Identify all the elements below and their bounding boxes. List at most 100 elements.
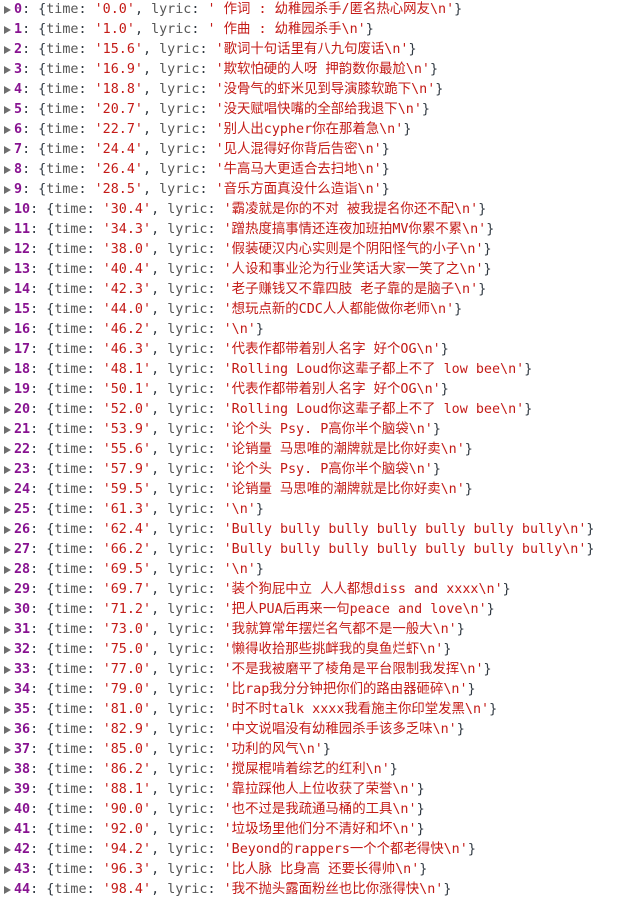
- expand-triangle-icon[interactable]: [4, 366, 11, 374]
- object-row[interactable]: 43: {time: '96.3', lyric: '比人脉 比身高 还要长得帅…: [0, 860, 637, 880]
- expand-triangle-icon[interactable]: [4, 766, 11, 774]
- object-row[interactable]: 24: {time: '59.5', lyric: '论销量 马思唯的潮牌就是比…: [0, 480, 637, 500]
- object-row[interactable]: 17: {time: '46.3', lyric: '代表作都带着别人名字 好个…: [0, 340, 637, 360]
- row-index: 39: [14, 782, 31, 797]
- expand-triangle-icon[interactable]: [4, 746, 11, 754]
- expand-triangle-icon[interactable]: [4, 66, 11, 74]
- expand-triangle-icon[interactable]: [4, 106, 11, 114]
- object-row[interactable]: 21: {time: '53.9', lyric: '论个头 Psy. P高你半…: [0, 420, 637, 440]
- expand-triangle-icon[interactable]: [4, 46, 11, 54]
- expand-triangle-icon[interactable]: [4, 206, 11, 214]
- time-value: '96.3': [102, 862, 152, 877]
- object-row[interactable]: 26: {time: '62.4', lyric: 'Bully bully b…: [0, 520, 637, 540]
- expand-triangle-icon[interactable]: [4, 606, 11, 614]
- expand-triangle-icon[interactable]: [4, 286, 11, 294]
- expand-triangle-icon[interactable]: [4, 346, 11, 354]
- object-row[interactable]: 20: {time: '52.0', lyric: 'Rolling Loud你…: [0, 400, 637, 420]
- expand-triangle-icon[interactable]: [4, 146, 11, 154]
- object-row[interactable]: 33: {time: '77.0', lyric: '不是我被磨平了棱角是平台限…: [0, 660, 637, 680]
- object-list: 0: {time: '0.0', lyric: ' 作词 : 幼稚园杀手/匿名热…: [0, 0, 637, 900]
- time-value: '0.0': [94, 2, 135, 17]
- object-row[interactable]: 15: {time: '44.0', lyric: '想玩点新的CDC人人都能做…: [0, 300, 637, 320]
- object-row[interactable]: 44: {time: '98.4', lyric: '我不抛头露面粉丝也比你涨得…: [0, 880, 637, 900]
- object-row[interactable]: 28: {time: '69.5', lyric: '\n'}: [0, 560, 637, 580]
- expand-triangle-icon[interactable]: [4, 166, 11, 174]
- expand-triangle-icon[interactable]: [4, 806, 11, 814]
- object-row[interactable]: 36: {time: '82.9', lyric: '中文说唱没有幼稚园杀手该多…: [0, 720, 637, 740]
- time-value: '77.0': [102, 662, 152, 677]
- expand-triangle-icon[interactable]: [4, 726, 11, 734]
- expand-triangle-icon[interactable]: [4, 686, 11, 694]
- expand-triangle-icon[interactable]: [4, 426, 11, 434]
- lyric-key: lyric: [167, 842, 208, 857]
- object-row[interactable]: 32: {time: '75.0', lyric: '懒得收拾那些挑衅我的臭鱼烂…: [0, 640, 637, 660]
- object-row[interactable]: 34: {time: '79.0', lyric: '比rap我分分钟把你们的路…: [0, 680, 637, 700]
- expand-triangle-icon[interactable]: [4, 866, 11, 874]
- object-row[interactable]: 4: {time: '18.8', lyric: '没骨气的虾米见到导演膝软跪下…: [0, 80, 637, 100]
- expand-triangle-icon[interactable]: [4, 326, 11, 334]
- object-row[interactable]: 29: {time: '69.7', lyric: '装个狗屁中立 人人都想di…: [0, 580, 637, 600]
- expand-triangle-icon[interactable]: [4, 226, 11, 234]
- expand-triangle-icon[interactable]: [4, 826, 11, 834]
- expand-triangle-icon[interactable]: [4, 186, 11, 194]
- object-row[interactable]: 42: {time: '94.2', lyric: 'Beyond的rapper…: [0, 840, 637, 860]
- time-value: '62.4': [102, 522, 152, 537]
- expand-triangle-icon[interactable]: [4, 646, 11, 654]
- expand-triangle-icon[interactable]: [4, 246, 11, 254]
- object-row[interactable]: 22: {time: '55.6', lyric: '论销量 马思唯的潮牌就是比…: [0, 440, 637, 460]
- object-row[interactable]: 35: {time: '81.0', lyric: '时不时talk xxxx我…: [0, 700, 637, 720]
- expand-triangle-icon[interactable]: [4, 566, 11, 574]
- expand-triangle-icon[interactable]: [4, 86, 11, 94]
- expand-triangle-icon[interactable]: [4, 626, 11, 634]
- object-row[interactable]: 13: {time: '40.4', lyric: '人设和事业沦为行业笑话大家…: [0, 260, 637, 280]
- object-row[interactable]: 19: {time: '50.1', lyric: '代表作都带着别人名字 好个…: [0, 380, 637, 400]
- expand-triangle-icon[interactable]: [4, 506, 11, 514]
- object-row[interactable]: 40: {time: '90.0', lyric: '也不过是我疏通马桶的工具\…: [0, 800, 637, 820]
- expand-triangle-icon[interactable]: [4, 886, 11, 894]
- object-row[interactable]: 41: {time: '92.0', lyric: '垃圾场里他们分不清好和坏\…: [0, 820, 637, 840]
- object-row[interactable]: 9: {time: '28.5', lyric: '音乐方面真没什么造诣\n'}: [0, 180, 637, 200]
- expand-triangle-icon[interactable]: [4, 546, 11, 554]
- object-row[interactable]: 5: {time: '20.7', lyric: '没天赋唱快嘴的全部给我退下\…: [0, 100, 637, 120]
- object-row[interactable]: 38: {time: '86.2', lyric: '搅屎棍啃着综艺的红利\n'…: [0, 760, 637, 780]
- expand-triangle-icon[interactable]: [4, 126, 11, 134]
- object-row[interactable]: 11: {time: '34.3', lyric: '蹭热度搞事情还连夜加班拍M…: [0, 220, 637, 240]
- expand-triangle-icon[interactable]: [4, 466, 11, 474]
- object-row[interactable]: 39: {time: '88.1', lyric: '靠拉踩他人上位收获了荣誉\…: [0, 780, 637, 800]
- expand-triangle-icon[interactable]: [4, 486, 11, 494]
- object-row[interactable]: 25: {time: '61.3', lyric: '\n'}: [0, 500, 637, 520]
- object-row[interactable]: 27: {time: '66.2', lyric: 'Bully bully b…: [0, 540, 637, 560]
- object-row[interactable]: 6: {time: '22.7', lyric: '别人出cypher你在那着急…: [0, 120, 637, 140]
- expand-triangle-icon[interactable]: [4, 706, 11, 714]
- expand-triangle-icon[interactable]: [4, 446, 11, 454]
- expand-triangle-icon[interactable]: [4, 406, 11, 414]
- object-row[interactable]: 23: {time: '57.9', lyric: '论个头 Psy. P高你半…: [0, 460, 637, 480]
- expand-triangle-icon[interactable]: [4, 666, 11, 674]
- object-row[interactable]: 10: {time: '30.4', lyric: '霸凌就是你的不对 被我提名…: [0, 200, 637, 220]
- expand-triangle-icon[interactable]: [4, 6, 11, 14]
- object-row[interactable]: 7: {time: '24.4', lyric: '见人混得好你背后告密\n'}: [0, 140, 637, 160]
- expand-triangle-icon[interactable]: [4, 306, 11, 314]
- row-index: 1: [14, 22, 23, 37]
- expand-triangle-icon[interactable]: [4, 26, 11, 34]
- object-row[interactable]: 18: {time: '48.1', lyric: 'Rolling Loud你…: [0, 360, 637, 380]
- object-row[interactable]: 30: {time: '71.2', lyric: '把人PUA后再来一句pea…: [0, 600, 637, 620]
- expand-triangle-icon[interactable]: [4, 386, 11, 394]
- object-row[interactable]: 14: {time: '42.3', lyric: '老子赚钱又不靠四肢 老子靠…: [0, 280, 637, 300]
- object-row[interactable]: 3: {time: '16.9', lyric: '欺软怕硬的人呀 押韵数你最尬…: [0, 60, 637, 80]
- time-value: '20.7': [94, 102, 143, 117]
- object-row[interactable]: 16: {time: '46.2', lyric: '\n'}: [0, 320, 637, 340]
- object-row[interactable]: 37: {time: '85.0', lyric: '功利的风气\n'}: [0, 740, 637, 760]
- object-row[interactable]: 0: {time: '0.0', lyric: ' 作词 : 幼稚园杀手/匿名热…: [0, 0, 637, 20]
- expand-triangle-icon[interactable]: [4, 846, 11, 854]
- object-row[interactable]: 8: {time: '26.4', lyric: '牛高马大更适合去扫地\n'}: [0, 160, 637, 180]
- object-row[interactable]: 1: {time: '1.0', lyric: ' 作曲 : 幼稚园杀手\n'}: [0, 20, 637, 40]
- object-row[interactable]: 2: {time: '15.6', lyric: '歌词十句话里有八九句废话\n…: [0, 40, 637, 60]
- expand-triangle-icon[interactable]: [4, 526, 11, 534]
- object-row[interactable]: 12: {time: '38.0', lyric: '假装硬汉内心实则是个阴阳怪…: [0, 240, 637, 260]
- expand-triangle-icon[interactable]: [4, 266, 11, 274]
- expand-triangle-icon[interactable]: [4, 586, 11, 594]
- row-index: 28: [14, 562, 31, 577]
- object-row[interactable]: 31: {time: '73.0', lyric: '我就算常年摆烂名气都不是一…: [0, 620, 637, 640]
- expand-triangle-icon[interactable]: [4, 786, 11, 794]
